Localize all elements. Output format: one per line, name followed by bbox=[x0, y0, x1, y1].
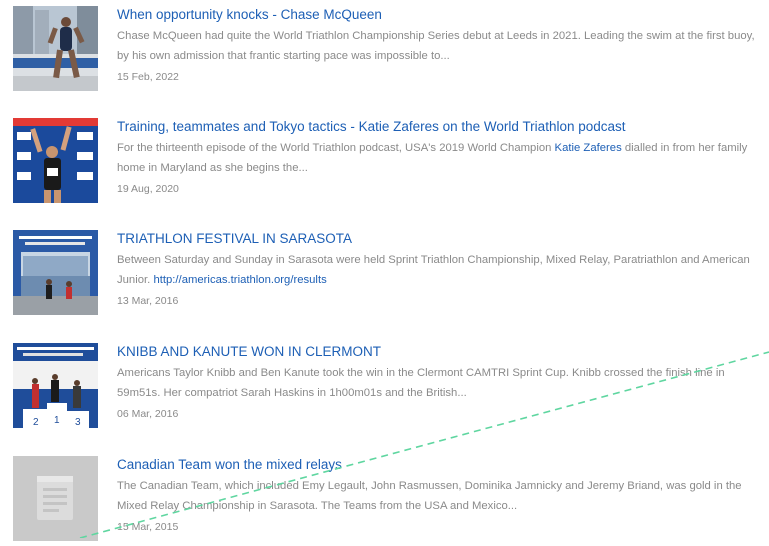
article-title-link[interactable]: TRIATHLON FESTIVAL IN SARASOTA bbox=[117, 230, 769, 247]
svg-text:1: 1 bbox=[54, 415, 60, 426]
article-thumbnail[interactable] bbox=[13, 6, 98, 91]
list-item: Canadian Team won the mixed relays The C… bbox=[13, 456, 769, 546]
athlete-profile-link[interactable]: Katie Zaferes bbox=[555, 142, 622, 154]
article-excerpt: Between Saturday and Sunday in Sarasota … bbox=[117, 250, 769, 290]
article-date: 13 Mar, 2016 bbox=[117, 295, 179, 307]
photo-athlete-celebrating bbox=[13, 118, 98, 203]
article-title-link[interactable]: When opportunity knocks - Chase McQueen bbox=[117, 6, 769, 23]
photo-podium: 2 1 3 bbox=[13, 343, 98, 428]
article-title-link[interactable]: KNIBB AND KANUTE WON IN CLERMONT bbox=[117, 343, 769, 360]
results-link[interactable]: http://americas.triathlon.org/results bbox=[153, 274, 326, 286]
list-item: TRIATHLON FESTIVAL IN SARASOTA Between S… bbox=[13, 230, 769, 320]
list-item: When opportunity knocks - Chase McQueen … bbox=[13, 6, 769, 96]
article-thumbnail[interactable] bbox=[13, 230, 98, 315]
document-placeholder-icon bbox=[13, 456, 98, 541]
article-date: 06 Mar, 2016 bbox=[117, 408, 179, 420]
article-date: 15 Mar, 2015 bbox=[117, 521, 179, 533]
svg-text:3: 3 bbox=[75, 417, 81, 428]
list-item: 2 1 3 KNIBB AND KANUTE WON IN CLERMONT A… bbox=[13, 343, 769, 433]
article-excerpt: For the thirteenth episode of the World … bbox=[117, 138, 769, 178]
excerpt-text: For the thirteenth episode of the World … bbox=[117, 142, 555, 154]
article-date: 15 Feb, 2022 bbox=[117, 71, 179, 83]
svg-text:2: 2 bbox=[33, 417, 39, 428]
article-excerpt: Americans Taylor Knibb and Ben Kanute to… bbox=[117, 367, 725, 399]
article-thumbnail[interactable] bbox=[13, 456, 98, 541]
article-excerpt: Chase McQueen had quite the World Triath… bbox=[117, 30, 755, 62]
article-title-link[interactable]: Canadian Team won the mixed relays bbox=[117, 456, 769, 473]
photo-finish-line bbox=[13, 230, 98, 315]
article-excerpt: The Canadian Team, which included Emy Le… bbox=[117, 480, 742, 512]
article-title-link[interactable]: Training, teammates and Tokyo tactics - … bbox=[117, 118, 769, 135]
photo-athlete-running bbox=[13, 6, 98, 91]
list-item: Training, teammates and Tokyo tactics - … bbox=[13, 118, 769, 208]
article-thumbnail[interactable] bbox=[13, 118, 98, 203]
article-thumbnail[interactable]: 2 1 3 bbox=[13, 343, 98, 428]
article-date: 19 Aug, 2020 bbox=[117, 183, 179, 195]
